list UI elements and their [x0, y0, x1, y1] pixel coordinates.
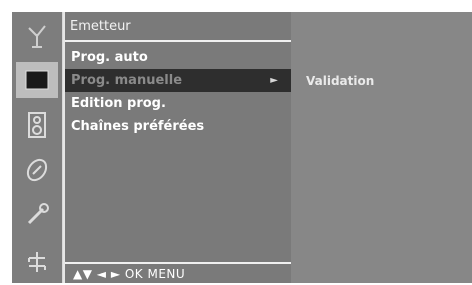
- menu-item-prog-auto[interactable]: Prog. auto: [65, 46, 292, 69]
- menu-item-edition-prog[interactable]: Edition prog.: [65, 92, 292, 115]
- submenu-panel: Validation: [291, 12, 472, 283]
- wrench-icon[interactable]: [16, 197, 58, 233]
- antenna-icon[interactable]: [16, 18, 58, 54]
- input-icon[interactable]: [16, 244, 58, 280]
- menu-panel: Emetteur Prog. auto Prog. manuelle ► Edi…: [63, 12, 292, 283]
- menu-item-label: Prog. manuelle: [71, 73, 183, 88]
- menu-item-chaines-preferees[interactable]: Chaînes préférées: [65, 115, 292, 138]
- picture-icon[interactable]: [16, 62, 58, 98]
- menu-item-label: Prog. auto: [71, 50, 148, 65]
- tv-osd-menu: Emetteur Prog. auto Prog. manuelle ► Edi…: [0, 0, 472, 283]
- menu-item-prog-manuelle[interactable]: Prog. manuelle ►: [65, 69, 292, 92]
- menu-item-label: Edition prog.: [71, 96, 166, 111]
- submenu-arrow-icon: ►: [270, 75, 278, 86]
- menu-title: Emetteur: [65, 12, 292, 42]
- sound-icon[interactable]: [16, 107, 58, 143]
- clock-icon[interactable]: [16, 152, 58, 188]
- menu-item-label: Chaînes préférées: [71, 119, 205, 134]
- menu-icon-strip: [12, 12, 63, 283]
- menu-navigation-hint: ▲▼ ◄ ► OK MENU: [65, 262, 292, 283]
- validation-label[interactable]: Validation: [306, 74, 374, 88]
- menu-list: Prog. auto Prog. manuelle ► Edition prog…: [65, 46, 292, 138]
